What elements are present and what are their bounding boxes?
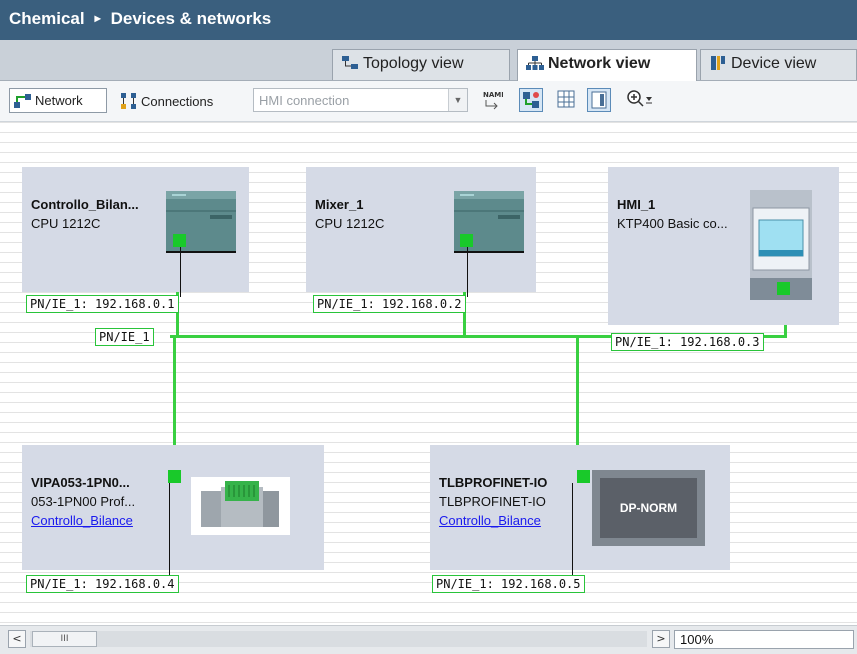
subnet-label[interactable]: PN/IE_1 <box>95 328 154 346</box>
device-port-controllo-bilance[interactable] <box>173 234 186 247</box>
tab-topology-view[interactable]: Topology view <box>332 49 510 80</box>
address-label-mixer-1[interactable]: PN/IE_1: 192.168.0.2 <box>313 295 466 313</box>
device-port-hmi-1[interactable] <box>777 282 790 295</box>
module-label: DP-NORM <box>600 478 697 538</box>
network-canvas[interactable]: PN/IE_1 Controllo_Bilan... CPU 1212C PN/… <box>0 122 857 625</box>
topology-icon <box>342 56 358 69</box>
network-mode-button[interactable]: Network <box>9 88 107 113</box>
port-link <box>180 247 181 297</box>
horizontal-scrollbar[interactable]: < III > 100% <box>0 625 857 654</box>
scroll-left-button[interactable]: < <box>8 630 26 648</box>
connections-button[interactable]: Connections <box>120 88 245 113</box>
connection-type-dropdown[interactable]: HMI connection ▼ <box>253 88 468 112</box>
tab-network-view[interactable]: Network view <box>517 49 697 81</box>
dp-norm-module: DP-NORM <box>592 470 705 546</box>
zoom-in-icon[interactable] <box>625 88 657 112</box>
device-port-vipa053[interactable] <box>168 470 181 483</box>
show-address-labels-icon[interactable]: NAME <box>481 88 506 112</box>
breadcrumb-separator: ▸ <box>94 11 101 25</box>
highlight-connections-icon[interactable] <box>519 88 543 112</box>
device-port-tlbprofinet-io[interactable] <box>577 470 590 483</box>
view-tabs: Topology view Network view Device view <box>0 40 857 81</box>
scroll-right-button[interactable]: > <box>652 630 670 648</box>
port-link <box>169 483 170 578</box>
io-module-icon <box>191 477 290 535</box>
panel-view-icon[interactable] <box>587 88 611 112</box>
breadcrumb: Chemical ▸ Devices & networks <box>0 0 857 40</box>
tab-device-view[interactable]: Device view <box>700 49 857 80</box>
connections-icon <box>121 93 136 109</box>
project-name: Chemical <box>9 9 85 28</box>
port-link <box>572 483 573 578</box>
scroll-thumb[interactable]: III <box>32 631 97 647</box>
address-label-controllo-bilance[interactable]: PN/IE_1: 192.168.0.1 <box>26 295 179 313</box>
zoom-level-field[interactable]: 100% <box>674 630 854 649</box>
network-mode-icon <box>14 94 31 108</box>
device-icon <box>711 56 725 70</box>
port-link <box>467 247 468 297</box>
device-port-mixer-1[interactable] <box>460 234 473 247</box>
svg-text:NAME: NAME <box>483 91 503 99</box>
grid-view-icon[interactable] <box>555 88 579 112</box>
section-name: Devices & networks <box>110 9 272 28</box>
network-icon <box>526 56 544 70</box>
scroll-track[interactable]: III <box>30 631 647 647</box>
chevron-down-icon[interactable]: ▼ <box>448 89 467 111</box>
address-label-tlbprofinet-io[interactable]: PN/IE_1: 192.168.0.5 <box>432 575 585 593</box>
address-label-vipa053[interactable]: PN/IE_1: 192.168.0.4 <box>26 575 179 593</box>
address-label-hmi-1[interactable]: PN/IE_1: 192.168.0.3 <box>611 333 764 351</box>
